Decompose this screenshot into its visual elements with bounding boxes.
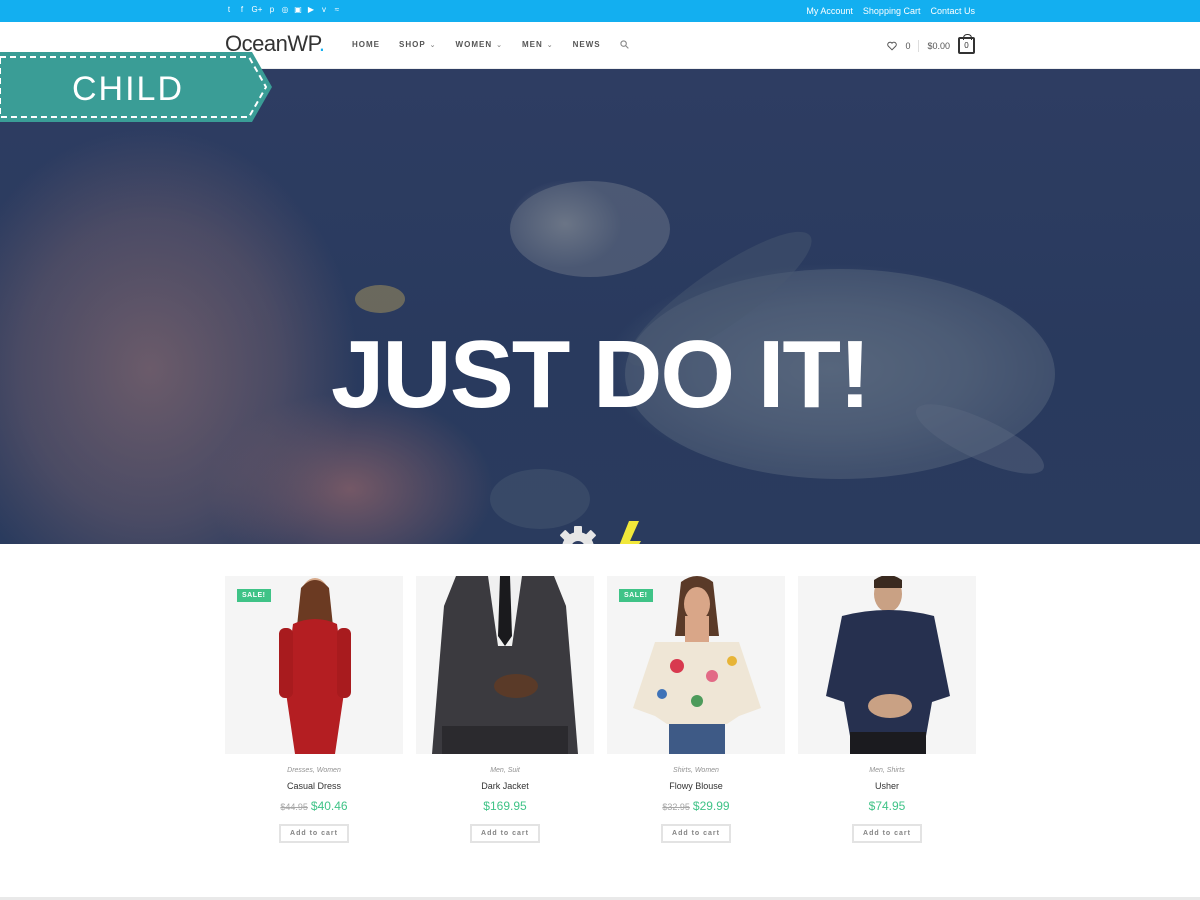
- gear-icon: [560, 526, 596, 544]
- my-account-link[interactable]: My Account: [806, 5, 853, 17]
- current-price: $74.95: [868, 799, 906, 813]
- product-card: SALE! Shirts, Women Flowy Blouse $32.95 $…: [607, 576, 785, 843]
- product-categories[interactable]: Men, Suit: [416, 767, 594, 774]
- shopping-cart-link[interactable]: Shopping Cart: [863, 5, 921, 17]
- product-price: $169.95: [416, 799, 594, 813]
- header-actions: 0 $0.00 0: [887, 34, 975, 54]
- product-name[interactable]: Flowy Blouse: [607, 781, 785, 791]
- product-categories[interactable]: Shirts, Women: [607, 767, 785, 774]
- top-bar: t f G+ p ◎ ▣ ▶ v ≈ My Account Shopping C…: [0, 0, 1200, 22]
- cart-total[interactable]: $0.00: [927, 41, 950, 51]
- twitter-icon[interactable]: t: [225, 5, 233, 15]
- ribbon-label: CHILD: [72, 70, 184, 108]
- instagram-icon[interactable]: ▣: [294, 5, 302, 15]
- product-card: SALE! Dresses, Women Casual Dress $44.95…: [225, 576, 403, 843]
- product-image[interactable]: SALE!: [607, 576, 785, 754]
- product-price: $32.95 $29.99: [607, 799, 785, 813]
- chevron-down-icon: ⌄: [496, 42, 503, 49]
- current-price: $169.95: [483, 799, 527, 813]
- hero-icons: [553, 521, 643, 544]
- nav-news-label: NEWS: [572, 40, 601, 49]
- sale-badge: SALE!: [237, 589, 271, 602]
- social-links: t f G+ p ◎ ▣ ▶ v ≈: [225, 5, 341, 15]
- cart-count: 0: [964, 41, 969, 50]
- product-image[interactable]: SALE!: [225, 576, 403, 754]
- vimeo-icon[interactable]: v: [320, 5, 328, 15]
- red-dress-image: [225, 576, 403, 754]
- hero-banner: JUST DO IT!: [0, 69, 1200, 544]
- product-grid: SALE! Dresses, Women Casual Dress $44.95…: [225, 576, 976, 843]
- product-name[interactable]: Usher: [798, 781, 976, 791]
- hero-title: JUST DO IT!: [330, 321, 871, 428]
- shopping-bag-icon[interactable]: 0: [958, 34, 975, 54]
- pinterest-icon[interactable]: p: [268, 5, 276, 15]
- product-price: $44.95 $40.46: [225, 799, 403, 813]
- product-price: $74.95: [798, 799, 976, 813]
- top-links: My Account Shopping Cart Contact Us: [806, 5, 975, 17]
- turtle-background-image: [355, 181, 1055, 529]
- add-to-cart-button[interactable]: Add to cart: [279, 824, 349, 843]
- facebook-icon[interactable]: f: [238, 5, 246, 15]
- nav-women[interactable]: WOMEN ⌄: [456, 40, 503, 51]
- nav-shop[interactable]: SHOP ⌄: [399, 40, 437, 51]
- usher-shirt-image: [798, 576, 976, 754]
- add-to-cart-button[interactable]: Add to cart: [852, 824, 922, 843]
- product-card: Men, Suit Dark Jacket $169.95 Add to car…: [416, 576, 594, 843]
- add-to-cart-button[interactable]: Add to cart: [661, 824, 731, 843]
- nav-shop-label: SHOP: [399, 40, 426, 49]
- current-price: $29.99: [692, 799, 730, 813]
- divider: [918, 39, 920, 52]
- google-plus-icon[interactable]: G+: [251, 5, 263, 15]
- logo-dot: .: [318, 31, 325, 56]
- child-ribbon: CHILD: [0, 52, 272, 122]
- nav-women-label: WOMEN: [455, 40, 493, 49]
- old-price: $32.95: [662, 802, 690, 812]
- nav-home[interactable]: HOME: [352, 40, 380, 51]
- product-image[interactable]: [798, 576, 976, 754]
- dark-jacket-image: [416, 576, 594, 754]
- contact-us-link[interactable]: Contact Us: [930, 5, 975, 17]
- sale-badge: SALE!: [619, 589, 653, 602]
- product-name[interactable]: Dark Jacket: [416, 781, 594, 791]
- flowy-blouse-image: [607, 576, 785, 754]
- add-to-cart-button[interactable]: Add to cart: [470, 824, 540, 843]
- nav-men[interactable]: MEN ⌄: [522, 40, 554, 51]
- product-categories[interactable]: Men, Shirts: [798, 767, 976, 774]
- product-categories[interactable]: Dresses, Women: [225, 767, 403, 774]
- main-nav: HOME SHOP ⌄ WOMEN ⌄ MEN ⌄ NEWS: [352, 40, 629, 51]
- current-price: $40.46: [310, 799, 348, 813]
- dribbble-icon[interactable]: ◎: [281, 5, 289, 15]
- heart-icon[interactable]: [887, 41, 898, 51]
- lightning-icon: [619, 521, 641, 544]
- nav-news[interactable]: NEWS: [573, 40, 601, 51]
- nav-men-label: MEN: [521, 40, 543, 49]
- youtube-icon[interactable]: ▶: [307, 5, 315, 15]
- product-card: Men, Shirts Usher $74.95 Add to cart: [798, 576, 976, 843]
- chevron-down-icon: ⌄: [546, 42, 554, 49]
- old-price: $44.95: [280, 802, 308, 812]
- wishlist-count[interactable]: 0: [905, 41, 910, 51]
- chevron-down-icon: ⌄: [429, 42, 437, 49]
- search-icon[interactable]: [620, 40, 629, 49]
- product-name[interactable]: Casual Dress: [225, 781, 403, 791]
- nav-home-label: HOME: [352, 40, 380, 49]
- rss-icon[interactable]: ≈: [333, 5, 341, 15]
- product-image[interactable]: [416, 576, 594, 754]
